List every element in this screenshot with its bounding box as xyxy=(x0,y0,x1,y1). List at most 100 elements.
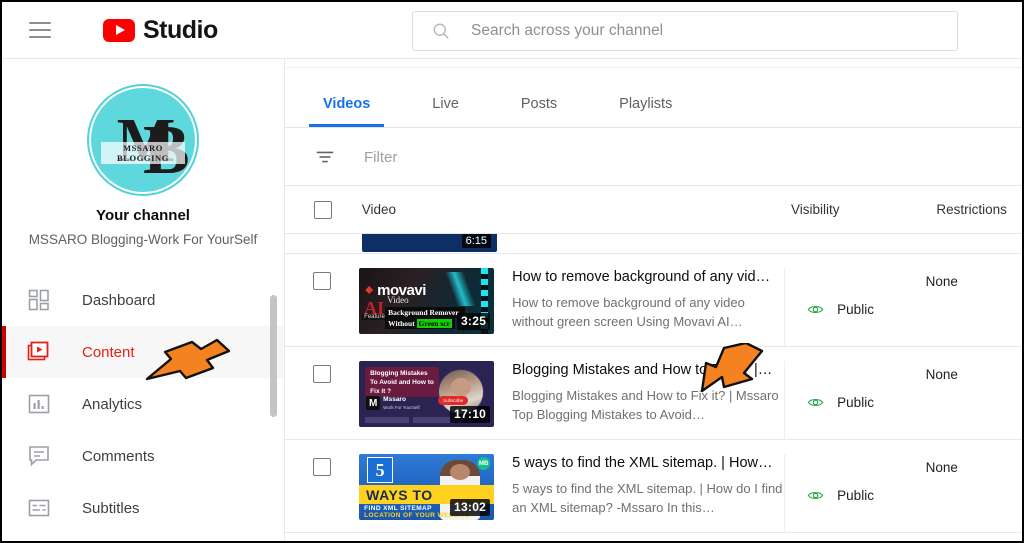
video-cell: movavi AI Video Feature Background Remov… xyxy=(359,268,784,334)
visibility-cell[interactable]: Public xyxy=(784,454,925,533)
thumbnail-highlight: Green scr xyxy=(416,319,452,328)
analytics-bar-icon xyxy=(28,394,50,414)
sidebar-nav: Dashboard Content Analytics Comments Sub… xyxy=(2,274,284,534)
thumbnail-video-text: Video xyxy=(387,295,409,305)
sidebar-item-label: Dashboard xyxy=(82,291,156,309)
content-tabs: Videos Live Posts Playlists xyxy=(285,68,1022,128)
visibility-label: Public xyxy=(837,487,874,503)
tab-label: Live xyxy=(432,95,459,112)
tab-label: Videos xyxy=(323,95,371,112)
video-duration: 3:25 xyxy=(456,313,491,330)
main-content: Videos Live Posts Playlists Filter Video… xyxy=(285,59,1022,541)
restrictions-cell: None xyxy=(925,367,958,382)
row-checkbox[interactable] xyxy=(313,458,332,476)
thumbnail-badge: MB xyxy=(477,457,491,470)
avatar[interactable]: M B MSSARO BLOGGING xyxy=(89,86,197,194)
sidebar: M B MSSARO BLOGGING Your channel MSSARO … xyxy=(2,59,285,541)
table-header: Video Visibility Restrictions xyxy=(285,186,1022,234)
hamburger-line xyxy=(29,29,51,31)
table-row[interactable]: movavi AI Video Feature Background Remov… xyxy=(285,254,1022,347)
video-thumbnail[interactable]: Blogging Mistakes To Avoid and How to Fi… xyxy=(359,361,495,427)
thumbnail-footer-bar xyxy=(365,416,410,423)
video-title[interactable]: Blogging Mistakes and How to Fix it? |… xyxy=(512,361,784,380)
row-select-cell[interactable] xyxy=(285,361,359,383)
video-title[interactable]: How to remove background of any vid… xyxy=(512,268,784,287)
tab-posts[interactable]: Posts xyxy=(507,80,571,127)
youtube-studio-window: Studio M B MSSARO BLOGGING Your channel … xyxy=(0,0,1024,543)
avatar-container: M B MSSARO BLOGGING xyxy=(2,86,284,194)
thumbnail-headline: Blogging Mistakes To Avoid and How to Fi… xyxy=(370,370,434,395)
column-header-video: Video xyxy=(361,202,396,217)
restrictions-cell: None xyxy=(925,274,958,289)
video-thumbnail[interactable]: 5 WAYS TO FIND XML SITEMAP LOCATION OF Y… xyxy=(359,454,495,520)
video-list: 6:15 movavi AI Video Feature Background … xyxy=(285,234,1022,541)
tab-label: Playlists xyxy=(619,95,673,112)
sidebar-item-subtitles[interactable]: Subtitles xyxy=(2,482,284,534)
visibility-label: Public xyxy=(837,301,874,317)
video-cell: Blogging Mistakes To Avoid and How to Fi… xyxy=(359,361,784,427)
sidebar-item-content[interactable]: Content xyxy=(2,326,284,378)
video-meta: Blogging Mistakes and How to Fix it? |… … xyxy=(512,361,784,425)
thumbnail-headline-box: Blogging Mistakes To Avoid and How to Fi… xyxy=(365,367,440,397)
video-cell: 5 WAYS TO FIND XML SITEMAP LOCATION OF Y… xyxy=(359,454,784,520)
tab-live[interactable]: Live xyxy=(418,80,473,127)
thumbnail-line2-text: Without xyxy=(388,319,415,328)
video-description: Blogging Mistakes and How to Fix it? | M… xyxy=(512,387,779,422)
studio-logo[interactable]: Studio xyxy=(103,16,218,45)
thumbnail-line2: Without Green scr xyxy=(385,318,455,329)
visibility-label: Public xyxy=(837,394,874,410)
visibility-cell[interactable]: Public xyxy=(784,268,925,347)
thumbnail-line1: Background Remover xyxy=(385,307,466,318)
eye-public-icon xyxy=(807,398,824,406)
sidebar-item-label: Analytics xyxy=(82,395,143,413)
select-all-checkbox[interactable] xyxy=(314,200,333,219)
hamburger-line xyxy=(29,36,51,38)
table-row[interactable]: Blogging Mistakes To Avoid and How to Fi… xyxy=(285,347,1022,440)
column-header-restrictions: Restrictions xyxy=(936,202,1007,217)
comments-bubble-icon xyxy=(29,446,49,467)
search-bar[interactable] xyxy=(412,11,958,51)
visibility-cell[interactable]: Public xyxy=(784,361,925,440)
filter-bar[interactable]: Filter xyxy=(285,129,1022,186)
hamburger-icon[interactable] xyxy=(29,22,51,38)
video-thumbnail[interactable]: movavi AI Video Feature Background Remov… xyxy=(359,268,495,334)
video-thumbnail[interactable]: 6:15 xyxy=(362,234,497,252)
movavi-diamond-icon xyxy=(365,286,374,294)
eye-public-icon xyxy=(807,305,824,313)
eye-public-icon xyxy=(807,491,824,499)
sidebar-scrollbar[interactable] xyxy=(270,295,277,417)
thumbnail-brand: Mssaro xyxy=(383,396,406,403)
your-channel-label: Your channel xyxy=(96,207,190,224)
row-select-cell[interactable] xyxy=(285,268,359,290)
dashboard-grid-icon xyxy=(28,289,49,311)
video-duration: 6:15 xyxy=(461,234,491,248)
filter-placeholder: Filter xyxy=(364,148,398,166)
row-checkbox[interactable] xyxy=(313,272,332,290)
play-triangle-icon xyxy=(115,25,125,35)
tab-label: Posts xyxy=(520,95,558,112)
sidebar-item-label: Subtitles xyxy=(82,499,140,517)
row-select-cell[interactable] xyxy=(285,454,359,476)
select-all-cell[interactable] xyxy=(285,200,362,219)
video-title[interactable]: 5 ways to find the XML sitemap. | How… xyxy=(512,454,784,473)
search-input[interactable] xyxy=(469,21,909,41)
top-bar: Studio xyxy=(2,2,1022,59)
row-checkbox[interactable] xyxy=(313,365,332,383)
thumbnail-logo-letter: M xyxy=(366,396,381,410)
clipped-row-above xyxy=(285,59,1022,68)
tab-videos[interactable]: Videos xyxy=(309,80,385,127)
avatar-channel-tag: MSSARO BLOGGING xyxy=(101,142,185,164)
sidebar-item-analytics[interactable]: Analytics xyxy=(2,378,284,430)
tab-playlists[interactable]: Playlists xyxy=(605,80,686,127)
clipped-row-text xyxy=(293,59,298,64)
video-duration: 13:02 xyxy=(449,499,491,516)
table-row[interactable]: 5 WAYS TO FIND XML SITEMAP LOCATION OF Y… xyxy=(285,440,1022,533)
thumbnail-beam xyxy=(434,272,481,306)
video-description: How to remove background of any video wi… xyxy=(512,294,745,329)
sidebar-item-dashboard[interactable]: Dashboard xyxy=(2,274,284,326)
thumbnail-tagline: Work For YourSelf xyxy=(383,405,420,410)
thumbnail-number: 5 xyxy=(367,457,394,483)
search-icon xyxy=(433,23,449,39)
table-row-partial[interactable]: 6:15 xyxy=(285,234,1022,254)
sidebar-item-comments[interactable]: Comments xyxy=(2,430,284,482)
